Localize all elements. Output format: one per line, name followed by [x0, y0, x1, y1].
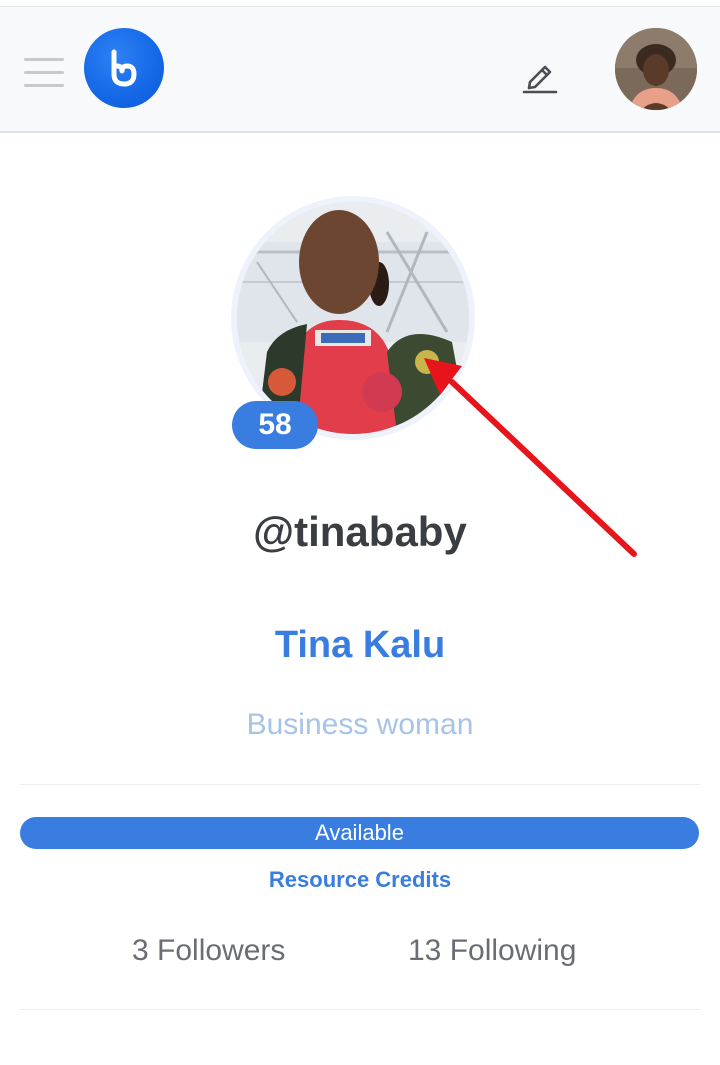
following-count[interactable]: 13 Following	[408, 934, 576, 968]
user-avatar[interactable]	[615, 28, 697, 110]
menu-button[interactable]	[22, 55, 66, 91]
resource-credits-link[interactable]: Resource Credits	[0, 867, 720, 893]
app-header	[0, 7, 720, 133]
app-logo[interactable]	[84, 28, 164, 108]
availability-status-bar: Available	[20, 817, 699, 849]
username: @tinababy	[253, 508, 467, 555]
bio: Business woman	[246, 708, 474, 741]
divider-top	[20, 784, 700, 785]
reputation-badge: 58	[232, 401, 318, 449]
followers-count[interactable]: 3 Followers	[132, 934, 285, 968]
divider-bottom	[20, 1009, 700, 1010]
profile-photo[interactable]	[237, 202, 469, 434]
edit-profile-button[interactable]	[518, 55, 562, 99]
pencil-icon	[522, 65, 558, 94]
heart-logo-icon	[111, 49, 137, 87]
full-name: Tina Kalu	[274, 624, 446, 666]
